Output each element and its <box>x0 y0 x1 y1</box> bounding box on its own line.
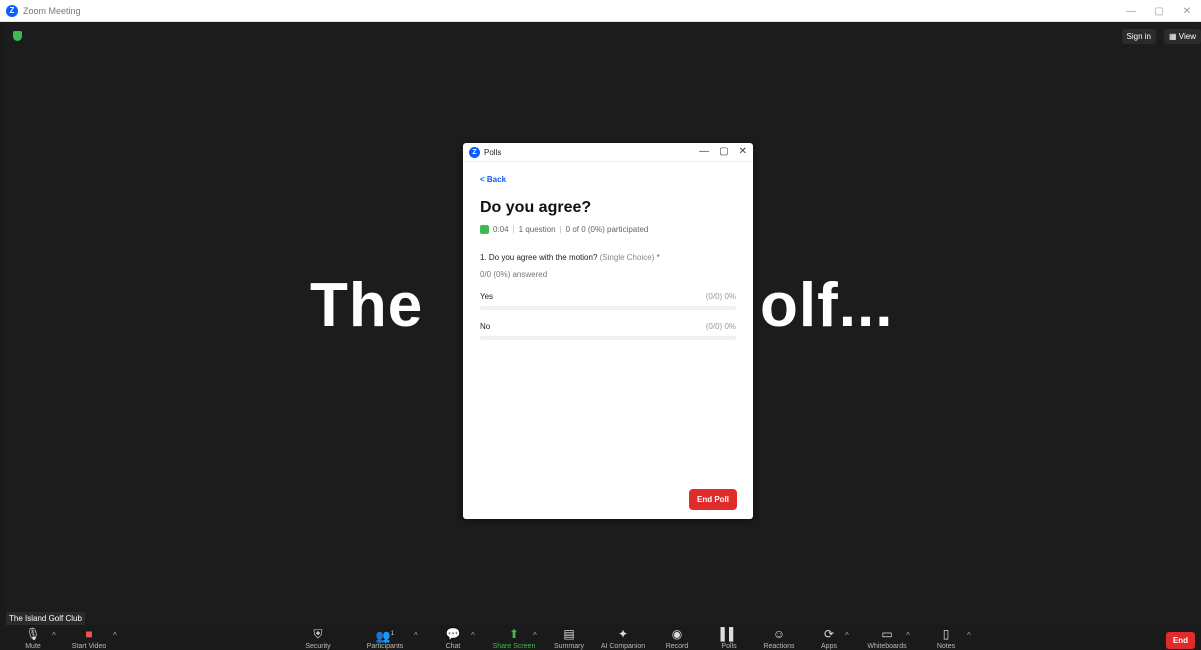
close-button[interactable]: ✕ <box>1173 6 1201 17</box>
option-progress-bar <box>480 336 736 340</box>
view-button[interactable]: ▦ View <box>1164 29 1201 44</box>
ai-companion-button[interactable]: ✦ AI Companion <box>598 627 648 650</box>
app-title: Zoom Meeting <box>23 5 81 16</box>
option-result: (0/0) 0% <box>705 292 736 301</box>
reactions-smiley-icon: ☺ <box>772 627 786 641</box>
end-poll-button[interactable]: End Poll <box>689 489 737 510</box>
whiteboards-button[interactable]: ▭ Whiteboards <box>862 627 912 650</box>
poll-participation: 0 of 0 (0%) participated <box>565 225 649 234</box>
sign-in-button[interactable]: Sign in <box>1121 29 1157 44</box>
poll-question: 1. Do you agree with the motion? (Single… <box>480 253 660 262</box>
share-screen-button[interactable]: ⬆ Share Screen <box>489 627 539 650</box>
view-label: View <box>1178 32 1196 41</box>
minimize-button[interactable]: — <box>1117 6 1145 17</box>
zoom-logo-icon: Z <box>6 4 18 17</box>
poll-option: No (0/0) 0% <box>480 322 736 340</box>
mute-button[interactable]: 🎙 Mute <box>8 627 58 650</box>
security-button[interactable]: ⛨ Security <box>293 627 343 650</box>
participants-icon: 👥1 <box>375 629 395 643</box>
required-mark: * <box>656 253 660 262</box>
option-label: Yes <box>480 292 494 301</box>
polls-minimize-button[interactable]: — <box>699 146 709 157</box>
poll-title: Do you agree? <box>480 199 592 216</box>
polls-button[interactable]: ▌▌ Polls <box>704 627 754 650</box>
security-shield-icon: ⛨ <box>313 627 323 641</box>
share-options-caret-icon[interactable]: ^ <box>533 631 537 640</box>
app-titlebar: Z Zoom Meeting — ▢ ✕ <box>0 0 1201 22</box>
chat-icon: 💬 <box>445 627 461 641</box>
meeting-toolbar: 🎙 Mute ^ ■ Start Video ^ ⛨ Security 👥1 Parti… <box>0 625 1201 650</box>
participant-name-label: The Island Golf Club <box>6 612 85 625</box>
polls-window-title: Polls <box>484 147 502 157</box>
whiteboard-icon: ▭ <box>881 627 893 641</box>
polls-window: Z Polls — ▢ ✕ < Back Do you agree? 0:04 … <box>463 143 753 519</box>
polls-maximize-button[interactable]: ▢ <box>719 146 728 157</box>
notes-button[interactable]: ▯ Notes <box>921 627 971 650</box>
whiteboards-options-caret-icon[interactable]: ^ <box>906 631 910 640</box>
window-controls: — ▢ ✕ <box>1117 0 1201 22</box>
video-options-caret-icon[interactable]: ^ <box>113 631 117 640</box>
participants-options-caret-icon[interactable]: ^ <box>414 631 418 640</box>
option-result: (0/0) 0% <box>705 322 736 331</box>
answered-count: 0/0 (0%) answered <box>480 270 548 279</box>
top-right-controls: Sign in ▦ View <box>1121 29 1201 44</box>
summary-icon: ▤ <box>563 627 575 641</box>
zoom-logo-icon: Z <box>469 146 480 158</box>
end-meeting-button[interactable]: End <box>1165 632 1195 649</box>
shield-icon[interactable] <box>13 31 22 41</box>
shared-text-left: The <box>310 271 424 340</box>
polls-close-button[interactable]: ✕ <box>739 146 747 157</box>
summary-button[interactable]: ▤ Summary <box>544 627 594 650</box>
chat-options-caret-icon[interactable]: ^ <box>471 631 475 640</box>
notes-options-caret-icon[interactable]: ^ <box>967 631 971 640</box>
share-screen-icon: ⬆ <box>508 627 520 641</box>
participants-button[interactable]: 👥1 Participants <box>360 627 410 650</box>
mute-options-caret-icon[interactable]: ^ <box>52 631 56 640</box>
apps-icon: ⟳ <box>823 627 835 641</box>
polls-window-controls: — ▢ ✕ <box>699 146 747 157</box>
option-progress-bar <box>480 306 736 310</box>
poll-option: Yes (0/0) 0% <box>480 292 736 310</box>
notes-icon: ▯ <box>942 627 950 641</box>
poll-question-count: 1 question <box>518 225 556 234</box>
polls-bar-chart-icon: ▌▌ <box>720 627 738 641</box>
poll-meta: 0:04 | 1 question | 0 of 0 (0%) particip… <box>480 225 648 234</box>
participants-count: 1 <box>390 631 395 637</box>
meta-divider: | <box>512 225 515 234</box>
question-type: (Single Choice) <box>599 253 655 262</box>
poll-status-icon <box>480 225 489 234</box>
poll-timer: 0:04 <box>493 225 509 234</box>
video-off-icon: ■ <box>85 627 93 641</box>
polls-titlebar[interactable]: Z Polls — ▢ ✕ <box>463 143 753 162</box>
meta-divider: | <box>559 225 562 234</box>
back-link[interactable]: < Back <box>480 175 506 184</box>
reactions-button[interactable]: ☺ Reactions <box>754 627 804 650</box>
record-icon: ◉ <box>671 627 683 641</box>
apps-options-caret-icon[interactable]: ^ <box>845 631 849 640</box>
ai-companion-sparkle-icon: ✦ <box>617 627 629 641</box>
start-video-button[interactable]: ■ Start Video <box>64 627 114 650</box>
microphone-icon: 🎙 <box>25 627 41 641</box>
restore-button[interactable]: ▢ <box>1145 6 1173 17</box>
question-text: 1. Do you agree with the motion? <box>480 253 598 262</box>
option-label: No <box>480 322 491 331</box>
record-button[interactable]: ◉ Record <box>652 627 702 650</box>
shared-text-right: olf... <box>760 271 894 340</box>
